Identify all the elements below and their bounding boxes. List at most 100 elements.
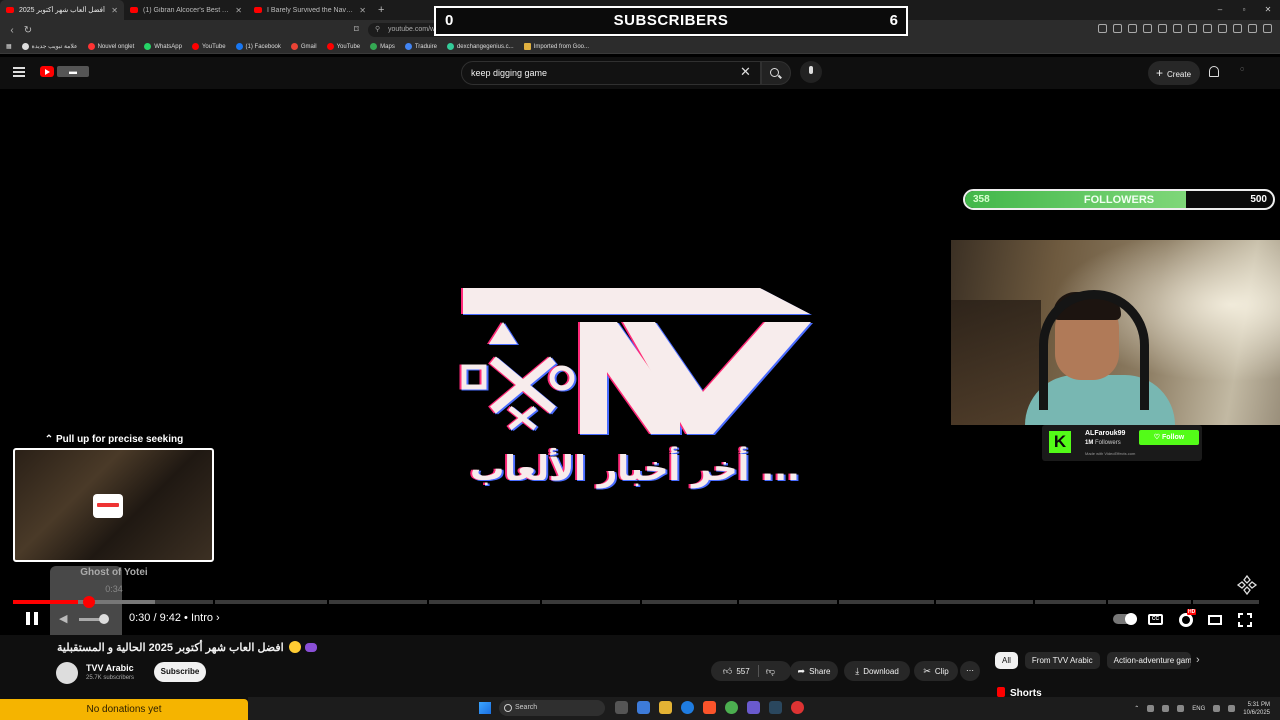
pause-button[interactable]	[26, 612, 38, 625]
speaker-icon[interactable]	[1228, 705, 1236, 712]
kick-made-with: Made with VideoEffects.com	[1085, 451, 1136, 456]
subtitles-button[interactable]: CC	[1148, 614, 1163, 625]
tray-app-icon[interactable]	[1147, 705, 1155, 712]
chevron-right-icon[interactable]: ›	[1196, 654, 1200, 666]
extension-icon[interactable]	[1263, 24, 1272, 33]
browser-tab[interactable]: (1) Gibran Alcocer's Best Ambient Pi ✕	[124, 0, 248, 20]
language-indicator[interactable]: ENG	[1192, 706, 1205, 712]
share-button[interactable]: ➦ Share	[790, 661, 838, 681]
youtube-wordmark[interactable]: ▬	[57, 66, 89, 77]
chapter-marker	[540, 600, 542, 604]
voice-search-button[interactable]	[800, 61, 822, 83]
window-controls: – ▫ ✕	[1208, 0, 1280, 20]
apps-grid-icon[interactable]: ▦	[6, 43, 12, 50]
tray-app-icon[interactable]	[1162, 705, 1170, 712]
close-tab-icon[interactable]: ✕	[111, 6, 118, 15]
notifications-icon[interactable]	[1209, 66, 1219, 77]
youtube-logo-icon[interactable]	[40, 66, 54, 77]
extension-icon[interactable]	[1143, 24, 1152, 33]
volume-slider-handle[interactable]	[99, 614, 109, 624]
download-button[interactable]: ⤓ Download	[844, 661, 910, 681]
extension-icon[interactable]	[1248, 24, 1257, 33]
bookmark-item[interactable]: WhatsApp	[144, 43, 182, 50]
bookmark-folder[interactable]: Imported from Goo...	[523, 43, 589, 50]
clip-button[interactable]: ✂ Clip	[914, 661, 958, 681]
browser-tab-active[interactable]: أفضل ألعاب شهر أكتوبر 2025 ✕	[0, 0, 124, 20]
menu-icon[interactable]	[13, 67, 25, 77]
channel-name[interactable]: TVV Arabic	[86, 663, 134, 673]
steam-icon[interactable]	[769, 701, 782, 714]
account-avatar[interactable]: ◌	[1240, 66, 1254, 78]
autoplay-toggle[interactable]	[1113, 613, 1137, 625]
bookmark-item[interactable]: YouTube	[191, 43, 226, 50]
chip-all[interactable]: All	[995, 652, 1018, 669]
create-button[interactable]: + Create	[1148, 61, 1200, 85]
extension-icon[interactable]	[1233, 24, 1242, 33]
wifi-icon[interactable]	[1213, 705, 1221, 712]
share-icon: ➦	[797, 666, 806, 676]
browser-tab[interactable]: I Barely Survived the Navy SEAL Ob ✕	[248, 0, 372, 20]
chapter-marker	[1106, 600, 1108, 604]
file-explorer-icon[interactable]	[659, 701, 672, 714]
extension-icon[interactable]	[1188, 24, 1197, 33]
bookmark-item[interactable]: Traduire	[404, 43, 437, 50]
bookmark-item[interactable]: (1) Facebook	[235, 43, 281, 50]
channel-avatar[interactable]	[56, 662, 78, 684]
close-window-button[interactable]: ✕	[1256, 0, 1280, 20]
bookmark-item[interactable]: Nouvel onglet	[87, 43, 134, 50]
extension-icon[interactable]	[1158, 24, 1167, 33]
chip-topic[interactable]: Action-adventure game	[1106, 652, 1191, 669]
close-tab-icon[interactable]: ✕	[235, 6, 242, 15]
chip-from-channel[interactable]: From TVV Arabic	[1024, 652, 1100, 669]
minimize-button[interactable]: –	[1208, 0, 1232, 20]
site-info-icon[interactable]: ⚲	[375, 23, 380, 37]
tray-overflow-icon[interactable]: ⌃	[1134, 705, 1139, 712]
more-actions-button[interactable]: ⋯	[960, 661, 980, 681]
volume-icon[interactable]: ◀	[59, 614, 71, 625]
played-bar	[13, 600, 78, 604]
start-button[interactable]	[479, 702, 491, 714]
extension-icon[interactable]	[1113, 24, 1122, 33]
extension-icon[interactable]	[1173, 24, 1182, 33]
chrome-icon[interactable]	[725, 701, 738, 714]
settings-gear-icon[interactable]	[1179, 613, 1193, 627]
discord-icon[interactable]	[747, 701, 760, 714]
gamepad-icon[interactable]	[1236, 574, 1258, 596]
taskbar-clock[interactable]: 5:31 PM 10/6/2025	[1243, 701, 1270, 717]
reload-button[interactable]: ↻	[20, 25, 36, 36]
like-button[interactable]: 👍︎ 557	[723, 666, 750, 676]
youtube-favicon-icon	[254, 7, 262, 13]
bookmark-item[interactable]: dexchangegenius.c...	[446, 43, 514, 50]
fullscreen-button[interactable]	[1237, 612, 1253, 628]
extension-icon[interactable]	[1128, 24, 1137, 33]
tray-app-icon[interactable]	[1177, 705, 1185, 712]
bookmark-item[interactable]: YouTube	[326, 43, 360, 50]
chapter-button[interactable]: Intro	[191, 612, 213, 624]
search-button[interactable]	[761, 61, 791, 85]
clip-label: Clip	[934, 667, 949, 676]
subscribe-button[interactable]: Subscribe	[154, 662, 206, 682]
obs-icon[interactable]	[791, 701, 804, 714]
taskbar-search[interactable]: Search	[499, 700, 605, 716]
brave-icon[interactable]	[703, 701, 716, 714]
bookmark-item[interactable]: Gmail	[290, 43, 317, 50]
theater-mode-button[interactable]	[1208, 615, 1222, 625]
bookmark-item[interactable]: علامة تبويب جديدة	[21, 43, 78, 50]
new-tab-button[interactable]: +	[378, 4, 384, 16]
edge-icon[interactable]	[681, 701, 694, 714]
clear-search-icon[interactable]: ✕	[740, 64, 751, 80]
extension-icon[interactable]	[1203, 24, 1212, 33]
video-progress-bar[interactable]	[13, 596, 1259, 608]
maximize-button[interactable]: ▫	[1232, 0, 1256, 20]
bookmark-icon[interactable]: ⌑	[354, 24, 359, 35]
thumbs-down-icon[interactable]: 👎︎	[766, 661, 775, 681]
tab-title: I Barely Survived the Navy SEAL Ob	[267, 6, 354, 14]
close-tab-icon[interactable]: ✕	[359, 6, 366, 15]
extension-icon[interactable]	[1098, 24, 1107, 33]
bookmark-item[interactable]: Maps	[370, 43, 395, 50]
extension-icon[interactable]	[1218, 24, 1227, 33]
copilot-icon[interactable]	[637, 701, 650, 714]
back-button[interactable]: ‹	[4, 25, 20, 36]
search-input[interactable]: keep digging game	[461, 61, 761, 85]
task-view-icon[interactable]	[615, 701, 628, 714]
